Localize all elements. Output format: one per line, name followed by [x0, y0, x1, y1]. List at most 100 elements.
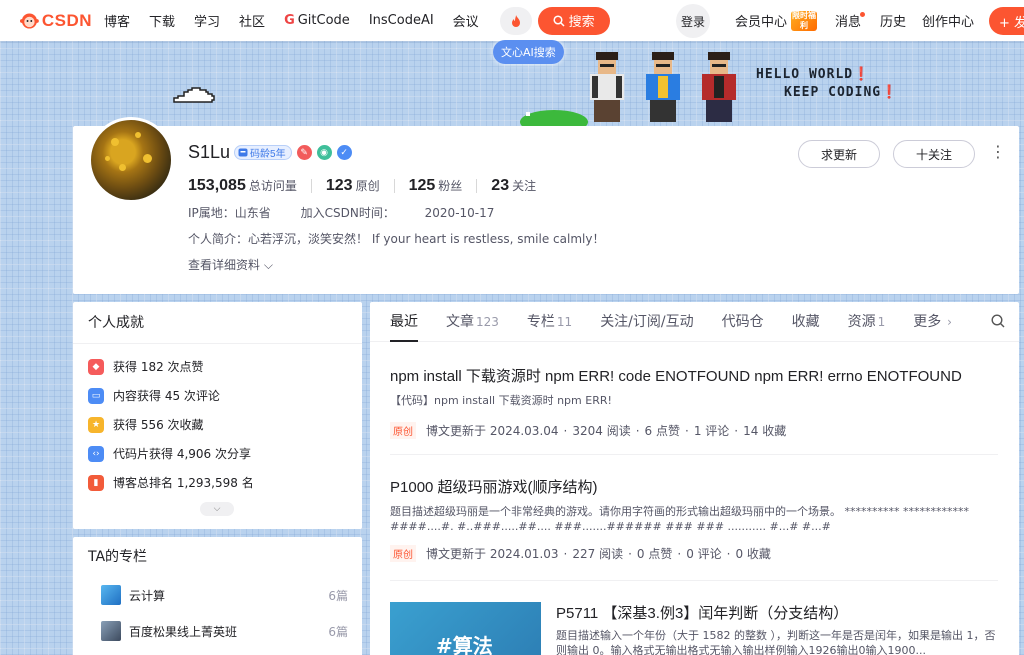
nav-community[interactable]: 社区: [239, 11, 265, 30]
column-thumbnail: [101, 621, 121, 641]
tab-repos[interactable]: 代码仓: [722, 302, 764, 342]
article-favorites: 14 收藏: [743, 424, 787, 438]
search-icon[interactable]: [991, 314, 1005, 328]
profile-card: S1Lu 码龄5年 ✎ ◉ ✓ 153,085 总访问量 123 原创 125 粉丝 …: [73, 117, 1019, 294]
tab-columns[interactable]: 专栏 11: [527, 302, 572, 342]
username: S1Lu: [188, 142, 231, 162]
tab-count: 11: [556, 314, 573, 329]
verified-badge-icon[interactable]: ✓: [336, 145, 352, 160]
chevron-down-icon: ⌵: [260, 258, 273, 272]
stat-fans[interactable]: 125 粉丝: [409, 177, 463, 195]
messages-link[interactable]: 消息: [835, 0, 861, 41]
stat-fans-value: 125: [408, 177, 436, 194]
article-comments: 1 评论: [693, 424, 730, 438]
pixel-characters-illustration: [520, 52, 736, 128]
expand-achievements-button[interactable]: ⌵: [200, 502, 234, 516]
follow-button[interactable]: 十关注: [893, 140, 975, 168]
nav-blog[interactable]: 博客: [104, 11, 130, 30]
tab-label: 代码仓: [721, 313, 764, 330]
column-item[interactable]: 云计算 6篇: [73, 577, 362, 613]
banner-slogan: HELLO WORLD❗ KEEP CODING❗: [756, 66, 898, 102]
banner-line-2: KEEP CODING❗: [784, 85, 899, 100]
nav-gitcode-label: GitCode: [297, 13, 350, 28]
search-button[interactable]: 搜索: [537, 6, 610, 35]
article-thumbnail[interactable]: #算法: [390, 602, 541, 655]
article-item[interactable]: P1000 超级玛丽游戏(顺序结构) 题目描述超级玛丽是一个非常经典的游戏。请你…: [390, 476, 998, 562]
article-title[interactable]: P1000 超级玛丽游戏(顺序结构): [390, 476, 998, 497]
activity-badge-icon[interactable]: ◉: [316, 145, 332, 160]
tab-resources[interactable]: 资源 1: [848, 302, 886, 342]
nav-meeting[interactable]: 会议: [453, 11, 479, 30]
logo-text: CSDN: [41, 10, 92, 30]
tab-follow[interactable]: 关注/订阅/互动: [600, 302, 693, 342]
stat-original-label: 原创: [355, 179, 380, 193]
article-title[interactable]: P5711 【深基3.例3】闰年判断（分支结构）: [556, 602, 996, 623]
rank-icon: ▮: [88, 474, 104, 491]
stat-following-value: 23: [491, 177, 510, 194]
monkey-logo-icon: [20, 12, 39, 29]
tab-label: 最近: [390, 313, 418, 330]
nav-inscodeai[interactable]: InsCodeAI: [369, 13, 434, 28]
article-favorites: 0 收藏: [735, 547, 771, 561]
article-item[interactable]: P5711 【深基3.例3】闰年判断（分支结构） 题目描述输入一个年份（大于 1…: [556, 602, 996, 655]
tab-count: 1: [877, 314, 886, 329]
join-label: 加入CSDN时间：: [300, 206, 395, 220]
article-comments: 0 评论: [686, 547, 722, 561]
achievement-item: ‹› 代码片获得 4,906 次分享: [88, 439, 362, 468]
tab-favorites[interactable]: 收藏: [792, 302, 820, 342]
nav-download[interactable]: 下载: [149, 11, 175, 30]
profile-bio: 个人简介：心若浮沉，淡笑安然！ If your heart is restles…: [188, 232, 605, 246]
article-desc: 题目描述超级玛丽是一个非常经典的游戏。请你用字符画的形式输出超级玛丽中的一个场景…: [390, 505, 969, 533]
login-button[interactable]: 登录: [676, 4, 710, 38]
article-title[interactable]: npm install 下载资源时 npm ERR! code ENOTFOUN…: [390, 365, 998, 386]
request-update-button[interactable]: 求更新: [798, 140, 880, 168]
stat-divider: [310, 179, 312, 193]
column-count: 6篇: [328, 624, 348, 639]
article-likes: 0 点赞: [636, 547, 673, 561]
stat-original[interactable]: 123 原创: [326, 177, 380, 195]
banner-line-1: HELLO WORLD❗: [756, 67, 871, 82]
achievement-item: ◆ 获得 182 次点赞: [88, 352, 362, 381]
tab-articles[interactable]: 文章 123: [446, 302, 499, 342]
creator-center-link[interactable]: 创作中心: [922, 0, 974, 41]
csdn-logo[interactable]: CSDN: [20, 11, 92, 31]
fire-icon: [511, 14, 520, 27]
tab-label: 文章: [446, 313, 474, 330]
column-count: 6篇: [328, 588, 348, 603]
achievement-text: 代码片获得 4,906 次分享: [113, 447, 251, 461]
achievement-text: 获得 556 次收藏: [113, 418, 204, 432]
stat-visits-value: 153,085: [188, 177, 246, 194]
original-tag: 原创: [390, 422, 416, 439]
article-item[interactable]: npm install 下载资源时 npm ERR! code ENOTFOUN…: [390, 365, 998, 439]
tab-label: 更多: [913, 313, 942, 330]
achievements-title: 个人成就: [73, 302, 362, 344]
like-icon: ◆: [88, 358, 104, 375]
nav-gitcode[interactable]: G GitCode: [284, 13, 350, 28]
article-updated: 博文更新于 2024.03.04: [426, 424, 559, 438]
hot-search-button[interactable]: [499, 6, 532, 35]
tab-label: 专栏: [526, 313, 555, 330]
view-details-link[interactable]: 查看详细资料 ⌵: [188, 256, 273, 273]
user-avatar[interactable]: [88, 117, 174, 203]
author-badge-icon[interactable]: ✎: [296, 145, 312, 160]
more-options-icon[interactable]: ⋮: [990, 144, 1006, 160]
publish-button[interactable]: + 发布: [989, 7, 1024, 35]
history-link[interactable]: 历史: [880, 0, 906, 41]
chevron-right-icon: ›: [943, 314, 952, 329]
vip-center-label: 会员中心: [735, 15, 788, 30]
search-button-label: 搜索: [568, 15, 595, 30]
vip-center-link[interactable]: 会员中心 限时福利: [735, 0, 818, 41]
content-tabs: 最近 文章 123 专栏 11 关注/订阅/互动 代码仓 收藏 资源 1 更多 ›: [370, 302, 1019, 342]
nav-learn[interactable]: 学习: [194, 11, 220, 30]
column-item[interactable]: 百度松果线上菁英班 6篇: [73, 613, 362, 649]
ip-location: IP属地：山东省: [188, 206, 271, 220]
article-desc: 题目描述输入一个年份（大于 1582 的整数 ），判断这一年是否是闰年，如果是输…: [556, 629, 996, 655]
stat-following-label: 关注: [512, 179, 537, 193]
stat-following[interactable]: 23 关注: [491, 177, 536, 195]
tab-more[interactable]: 更多 ›: [913, 302, 952, 342]
star-icon: ★: [88, 416, 104, 433]
view-details-label: 查看详细资料: [188, 258, 261, 272]
top-navbar: CSDN 博客 下载 学习 社区 G GitCode InsCodeAI 会议 搜…: [0, 0, 1024, 41]
tab-label: 关注/订阅/互动: [600, 313, 694, 330]
tab-recent[interactable]: 最近: [390, 302, 418, 342]
